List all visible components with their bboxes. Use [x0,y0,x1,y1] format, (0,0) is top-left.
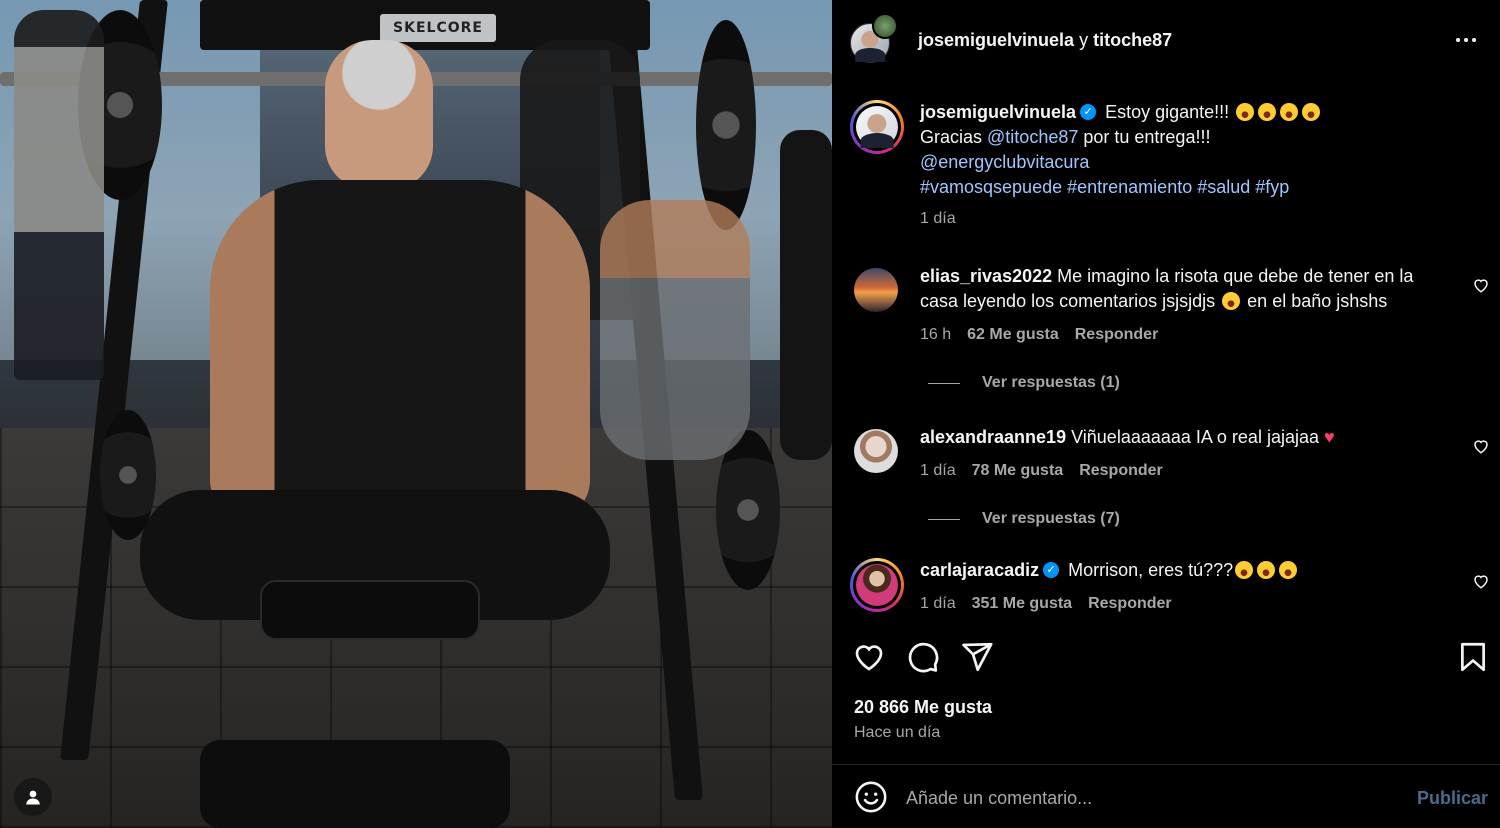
author-joiner: y [1079,29,1089,50]
background-person [14,10,104,380]
heart-emoji-icon: ♥ [1324,427,1335,447]
post-authors: josemiguelvinuela y titoche87 [918,30,1172,51]
comment: elias_rivas2022 Me imagino la risota que… [850,264,1490,347]
comment-likes[interactable]: 351 Me gusta [972,591,1072,616]
hashtag-link[interactable]: #salud [1197,177,1250,197]
laughing-emoji-icon [1280,102,1299,121]
machine-brand-label: SKELCORE [380,14,496,42]
laughing-emoji-icon [1222,291,1241,310]
hashtag-link[interactable]: #fyp [1255,177,1289,197]
view-replies-label: Ver respuestas (1) [982,374,1120,391]
avatar-story-ring[interactable] [850,558,904,612]
caption-time[interactable]: 1 día [920,206,956,231]
comment: alexandraanne19 Viñuelaaaaaaa IA o real … [850,425,1490,483]
caption: josemiguelvinuela ✓ Estoy gigante!!! Grac… [850,100,1490,231]
post-photo: SKELCORE [0,0,832,828]
verified-badge-icon: ✓ [1080,103,1097,120]
laughing-emoji-icon [1257,560,1276,579]
comment-likes[interactable]: 78 Me gusta [972,458,1064,483]
author-link[interactable]: josemiguelvinuela [918,30,1074,50]
post-actions [832,636,1500,680]
more-options-icon[interactable] [1456,30,1480,50]
mention-link[interactable]: @energyclubvitacura [920,152,1089,172]
caption-text: por tu entrega!!! [1083,127,1211,147]
comment-time[interactable]: 1 día [920,458,956,483]
hashtag-link[interactable]: #vamosqsepuede [920,177,1062,197]
comment-text: en el baño jshshs [1247,291,1388,311]
post-date[interactable]: Hace un día [854,724,940,742]
hashtag-link[interactable]: #entrenamiento [1067,177,1192,197]
comment-text: Morrison, eres tú??? [1068,560,1234,580]
caption-text: Estoy gigante!!! [1105,102,1230,122]
send-icon[interactable] [960,640,994,674]
laughing-emoji-icon [1236,102,1255,121]
mention-link[interactable]: @titoche87 [987,127,1078,147]
laughing-emoji-icon [1235,560,1254,579]
comment-likes[interactable]: 62 Me gusta [967,322,1059,347]
avatar[interactable] [854,429,898,473]
caption-username[interactable]: josemiguelvinuela [920,102,1076,122]
avatar [856,106,898,148]
author-link-2[interactable]: titoche87 [1093,30,1172,50]
laughing-emoji-icon [1279,560,1298,579]
comment: carlajaracadiz ✓ Morrison, eres tú??? 1 d… [850,558,1490,616]
likes-count[interactable]: 20 866 Me gusta [854,697,992,718]
machine-seat [260,580,480,640]
comment-text: Viñuelaaaaaaa IA o real jajajaa [1071,427,1319,447]
subject-head [325,40,433,190]
comment-icon[interactable] [906,640,940,674]
comment-composer: Publicar [832,766,1500,828]
emoji-icon[interactable] [854,780,888,814]
view-replies-button[interactable]: Ver respuestas (7) [928,510,1120,528]
view-replies-label: Ver respuestas (7) [982,510,1120,527]
background-person [780,130,832,460]
background-person [600,200,750,460]
comment-username[interactable]: alexandraanne19 [920,427,1066,447]
comment-time[interactable]: 16 h [920,322,951,347]
like-comment-heart-icon[interactable] [1472,572,1490,590]
laughing-emoji-icon [1302,102,1321,121]
avatar [856,564,898,606]
publish-button[interactable]: Publicar [1417,788,1488,809]
heart-icon[interactable] [852,640,886,674]
user-icon [26,790,40,805]
like-comment-heart-icon[interactable] [1472,437,1490,455]
reply-button[interactable]: Responder [1075,322,1159,347]
laughing-emoji-icon [1258,102,1277,121]
verified-badge-icon: ✓ [1043,561,1060,578]
tagged-users-button[interactable] [14,778,52,816]
divider [832,764,1500,765]
comment-username[interactable]: carlajaracadiz [920,560,1039,580]
reply-button[interactable]: Responder [1079,458,1163,483]
post-side-panel: josemiguelvinuela y titoche87 josemiguel… [832,0,1500,828]
comment-time[interactable]: 1 día [920,591,956,616]
avatar-secondary [872,13,898,39]
leg-pads [200,740,510,828]
subject-torso [210,180,590,520]
avatar-story-ring[interactable] [850,100,904,154]
view-replies-button[interactable]: Ver respuestas (1) [928,374,1120,392]
weight-plate-right [696,20,756,230]
bookmark-icon[interactable] [1456,640,1490,674]
collab-avatars[interactable] [850,13,902,65]
comment-input[interactable] [906,784,1386,812]
reply-button[interactable]: Responder [1088,591,1172,616]
comment-username[interactable]: elias_rivas2022 [920,266,1052,286]
weight-plate-lower-right [716,430,780,590]
caption-text: Gracias [920,127,983,147]
post-header: josemiguelvinuela y titoche87 [832,0,1500,80]
avatar[interactable] [854,268,898,312]
like-comment-heart-icon[interactable] [1472,276,1490,294]
